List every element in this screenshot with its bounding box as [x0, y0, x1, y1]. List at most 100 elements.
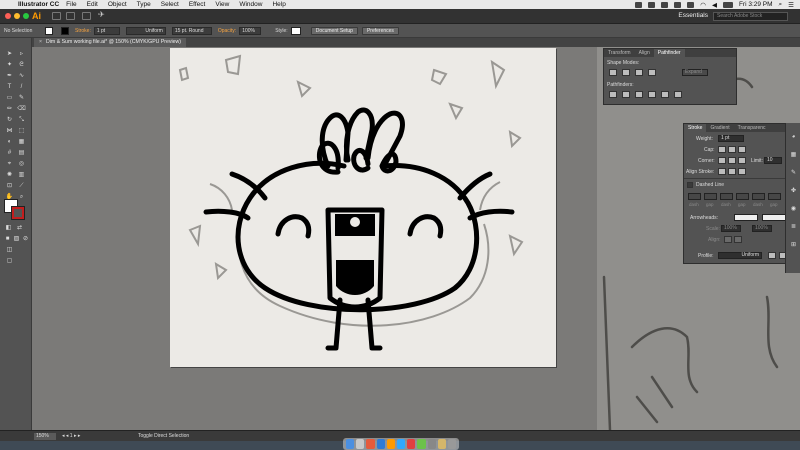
dashed-line-checkbox[interactable]	[687, 182, 693, 188]
zoom-window-button[interactable]	[23, 13, 29, 19]
preferences-button[interactable]: Preferences	[361, 26, 399, 35]
system-preferences-icon[interactable]	[427, 439, 436, 449]
dumpling-artwork[interactable]	[170, 48, 556, 367]
type-tool-icon[interactable]: T	[5, 83, 14, 91]
outline-icon[interactable]	[661, 91, 669, 98]
color-mode-icon[interactable]: ■	[3, 235, 12, 243]
swatches-panel-icon[interactable]: ▦	[789, 151, 798, 159]
document-tab[interactable]: × Dim & Sum working file.ai* @ 150% (CMYK…	[34, 38, 187, 47]
status-icon[interactable]	[635, 1, 643, 8]
limit-field[interactable]: 10	[764, 157, 782, 164]
direct-selection-tool-icon[interactable]: ▹	[17, 50, 26, 58]
slice-tool-icon[interactable]: ⟋	[17, 182, 26, 190]
end-scale-field[interactable]: 100%	[752, 225, 772, 232]
gradient-tool-icon[interactable]: ▤	[17, 149, 26, 157]
battery-icon[interactable]	[722, 1, 733, 8]
width-tool-icon[interactable]: ⋈	[5, 127, 14, 135]
artboard-tool-icon[interactable]: ⊡	[5, 182, 14, 190]
paintbrush-tool-icon[interactable]: ✎	[17, 94, 26, 102]
align-outside-icon[interactable]	[738, 168, 746, 175]
illustrator-dock-icon[interactable]	[386, 439, 395, 449]
eyedropper-tool-icon[interactable]: ⌖	[5, 160, 14, 168]
flip-along-icon[interactable]	[768, 252, 776, 259]
zoom-tool-icon[interactable]: ⌕	[17, 193, 26, 201]
graphic-style-swatch[interactable]	[290, 26, 301, 35]
bridge-icon[interactable]	[52, 12, 61, 20]
opacity-field[interactable]: 100%	[239, 26, 262, 35]
gradient-mode-icon[interactable]: ▨	[12, 235, 21, 243]
menu-effect[interactable]: Effect	[189, 1, 206, 8]
align-inside-icon[interactable]	[728, 168, 736, 175]
menu-object[interactable]: Object	[108, 1, 127, 8]
rotate-tool-icon[interactable]: ↻	[5, 116, 14, 124]
photoshop-dock-icon[interactable]	[396, 439, 406, 449]
perspective-grid-tool-icon[interactable]: ▦	[17, 138, 26, 146]
align-center-icon[interactable]	[718, 168, 726, 175]
layers-panel-icon[interactable]: ≣	[789, 223, 798, 231]
zoom-level-field[interactable]: 150%	[34, 433, 56, 440]
gap-field-2[interactable]	[736, 193, 749, 200]
symbol-sprayer-tool-icon[interactable]: ✺	[5, 171, 14, 179]
notes-icon[interactable]	[437, 439, 446, 449]
dash-field-3[interactable]	[752, 193, 765, 200]
variable-width-profile[interactable]: Uniform	[125, 26, 166, 35]
gap-field-3[interactable]	[768, 193, 781, 200]
tab-transform[interactable]: Transform	[604, 49, 635, 57]
menu-help[interactable]: Help	[272, 1, 285, 8]
bevel-join-icon[interactable]	[738, 157, 746, 164]
creative-cloud-icon[interactable]	[407, 439, 416, 449]
exclude-icon[interactable]	[648, 69, 656, 76]
menu-view[interactable]: View	[215, 1, 229, 8]
profile-select[interactable]: Uniform	[718, 252, 762, 259]
butt-cap-icon[interactable]	[718, 146, 726, 153]
close-window-button[interactable]	[5, 13, 11, 19]
status-icon[interactable]	[674, 1, 682, 8]
eraser-tool-icon[interactable]: ⌫	[17, 105, 26, 113]
status-icon[interactable]	[648, 1, 656, 8]
projecting-cap-icon[interactable]	[738, 146, 746, 153]
trim-icon[interactable]	[622, 91, 630, 98]
trash-icon[interactable]	[447, 439, 457, 449]
finder-icon[interactable]	[346, 439, 355, 449]
minimize-window-button[interactable]	[14, 13, 20, 19]
pencil-tool-icon[interactable]: ✏	[5, 105, 14, 113]
miter-join-icon[interactable]	[718, 157, 726, 164]
menu-edit[interactable]: Edit	[87, 1, 98, 8]
scale-tool-icon[interactable]: ⤡	[17, 116, 26, 124]
wifi-icon[interactable]: ◠	[700, 1, 706, 9]
line-tool-icon[interactable]: /	[17, 83, 26, 91]
tab-align[interactable]: Align	[635, 49, 654, 57]
arrow-tip-at-end-icon[interactable]	[734, 236, 742, 243]
curvature-tool-icon[interactable]: ∿	[17, 72, 26, 80]
appearance-panel-icon[interactable]: ◉	[789, 205, 798, 213]
menu-file[interactable]: File	[66, 1, 76, 8]
round-join-icon[interactable]	[728, 157, 736, 164]
color-panel-icon[interactable]: ◕	[789, 133, 798, 141]
dash-field-1[interactable]	[688, 193, 701, 200]
messages-icon[interactable]	[417, 439, 426, 449]
unite-icon[interactable]	[609, 69, 617, 76]
screen-mode-icon[interactable]: ▢	[5, 257, 14, 265]
notification-center-icon[interactable]: ☰	[788, 1, 794, 9]
round-cap-icon[interactable]	[728, 146, 736, 153]
status-icon[interactable]	[661, 1, 669, 8]
tab-gradient[interactable]: Gradient	[706, 124, 733, 132]
dash-field-2[interactable]	[720, 193, 733, 200]
status-icon[interactable]	[687, 1, 695, 8]
minus-back-icon[interactable]	[674, 91, 682, 98]
menu-window[interactable]: Window	[239, 1, 262, 8]
none-mode-icon[interactable]: ⊘	[21, 235, 30, 243]
stroke-swatch[interactable]	[61, 26, 69, 35]
launchpad-icon[interactable]	[356, 439, 365, 449]
fill-swatch[interactable]	[45, 26, 53, 35]
safari-icon[interactable]	[376, 439, 385, 449]
canvas-area[interactable]: Transform Align Pathfinder Shape Modes: …	[32, 47, 800, 430]
brushes-panel-icon[interactable]: ✎	[789, 169, 798, 177]
start-scale-field[interactable]: 100%	[721, 225, 741, 232]
free-transform-tool-icon[interactable]: ⬚	[17, 127, 26, 135]
artboard[interactable]	[170, 48, 556, 367]
lasso-tool-icon[interactable]: ᘓ	[17, 61, 26, 69]
draw-mode-icon[interactable]: ◫	[5, 246, 14, 254]
stroke-label[interactable]: Stroke:	[75, 28, 91, 34]
symbols-panel-icon[interactable]: ✤	[789, 187, 798, 195]
